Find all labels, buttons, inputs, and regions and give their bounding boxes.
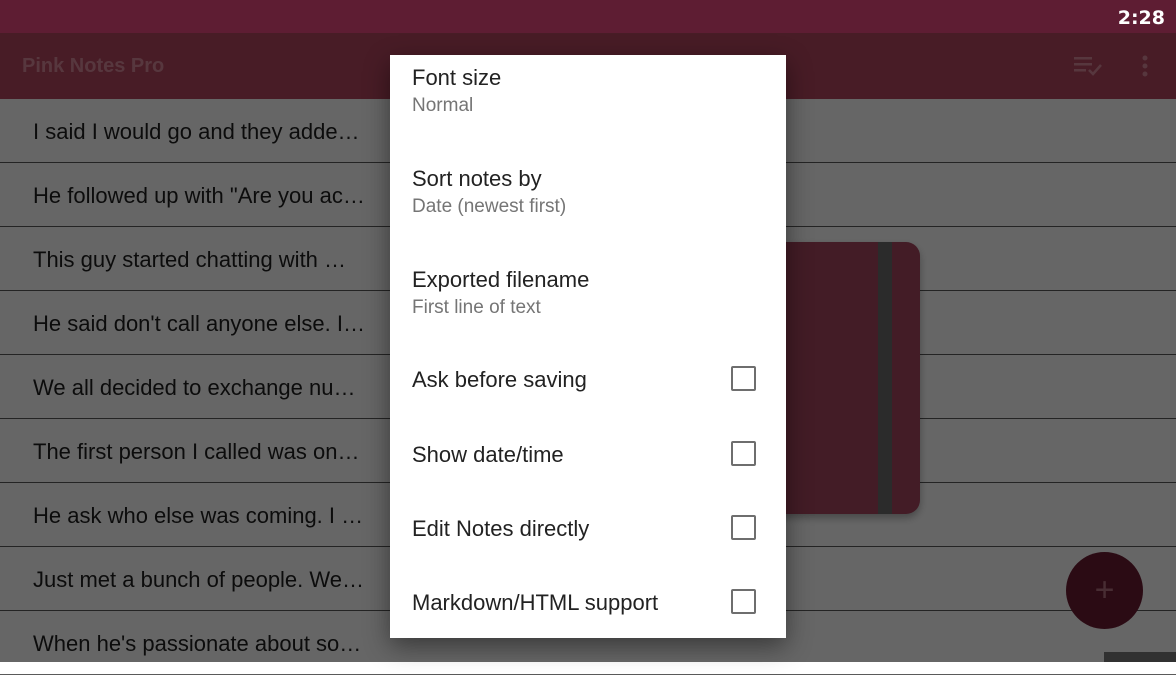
edit-notes-directly-row[interactable]: Edit Notes directly [390, 509, 786, 549]
more-vert-icon[interactable] [1136, 53, 1154, 86]
note-preview: I said I would go and they adde… [33, 119, 360, 144]
sort-notes-value: Date (newest first) [412, 196, 567, 217]
sort-notes-title: Sort notes by [412, 166, 542, 191]
font-size-pref[interactable]: Font size Normal [412, 65, 501, 118]
note-preview: Just met a bunch of people. We… [33, 567, 364, 592]
notebook-illustration [780, 242, 920, 514]
edit-notes-directly-label: Edit Notes directly [412, 516, 590, 541]
app-title: Pink Notes Pro [22, 55, 165, 77]
settings-dialog: Font size Normal Sort notes by Date (new… [390, 55, 786, 638]
notebook-band [878, 242, 892, 514]
note-preview: He followed up with "Are you ac… [33, 183, 365, 208]
note-preview: This guy started chatting with … [33, 247, 347, 272]
note-preview: The first person I called was on… [33, 439, 360, 464]
note-preview: We all decided to exchange nu… [33, 375, 356, 400]
show-date-time-label: Show date/time [412, 442, 564, 467]
exported-filename-value: First line of text [412, 297, 541, 318]
font-size-title: Font size [412, 65, 502, 90]
edit-notes-directly-checkbox[interactable] [731, 515, 756, 540]
markdown-html-row[interactable]: Markdown/HTML support [390, 583, 786, 623]
status-time: 2:28 [1117, 7, 1165, 29]
note-preview: He said don't call anyone else. I… [33, 311, 365, 336]
show-date-time-row[interactable]: Show date/time [390, 435, 786, 475]
exported-filename-pref[interactable]: Exported filename First line of text [412, 267, 589, 320]
sort-notes-pref[interactable]: Sort notes by Date (newest first) [412, 166, 566, 219]
show-date-time-checkbox[interactable] [731, 441, 756, 466]
ask-before-saving-checkbox[interactable] [731, 366, 756, 391]
ask-before-saving-row[interactable]: Ask before saving [390, 360, 786, 400]
select-all-icon[interactable] [1072, 53, 1104, 86]
status-bar: 2:28 [0, 0, 1176, 33]
corner-overlay [1104, 652, 1176, 662]
font-size-value: Normal [412, 95, 474, 116]
markdown-html-checkbox[interactable] [731, 589, 756, 614]
add-note-button[interactable]: + [1066, 552, 1143, 629]
exported-filename-title: Exported filename [412, 267, 590, 292]
note-preview: He ask who else was coming. I … [33, 503, 364, 528]
markdown-html-label: Markdown/HTML support [412, 590, 659, 615]
ask-before-saving-label: Ask before saving [412, 367, 587, 392]
add-icon: + [1094, 571, 1115, 609]
note-preview: When he's passionate about so… [33, 631, 362, 656]
